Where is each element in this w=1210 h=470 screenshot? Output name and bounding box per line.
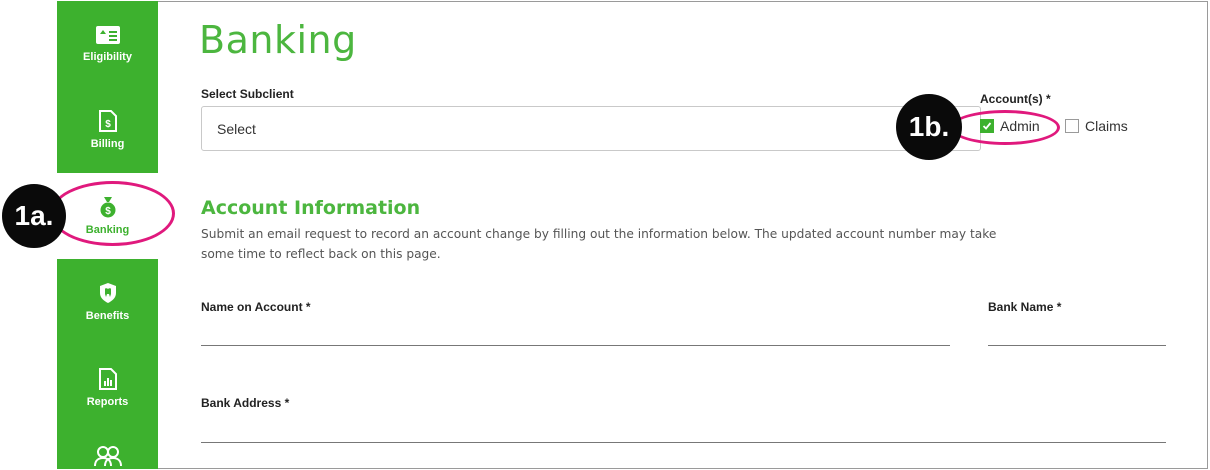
claims-checkbox[interactable]: Claims	[1065, 118, 1128, 134]
callout-ring-banking	[50, 181, 175, 246]
name-on-account-label: Name on Account *	[201, 300, 311, 314]
users-icon	[93, 446, 122, 467]
bank-name-label: Bank Name *	[988, 300, 1062, 314]
svg-text:$: $	[105, 119, 111, 130]
sidebar-item-reports[interactable]: Reports	[57, 345, 158, 431]
account-information-heading: Account Information	[201, 197, 421, 219]
callout-ring-admin	[950, 110, 1060, 145]
sidebar-item-benefits[interactable]: Benefits	[57, 259, 158, 345]
report-chart-icon	[98, 368, 117, 390]
billing-doc-icon: $	[98, 110, 117, 132]
sidebar-item-label: Reports	[86, 396, 129, 408]
sidebar-item-label: Eligibility	[83, 51, 132, 63]
bank-name-input[interactable]	[988, 345, 1166, 346]
sidebar-item-billing[interactable]: $ Billing	[57, 87, 158, 173]
callout-badge-1b: 1b.	[896, 94, 962, 160]
id-card-icon	[95, 26, 120, 44]
account-information-description: Submit an email request to record an acc…	[201, 227, 997, 261]
sidebar-item-eligibility[interactable]: Eligibility	[57, 1, 158, 87]
bank-address-input[interactable]	[201, 442, 1166, 443]
sidebar-item-label: Billing	[90, 138, 125, 150]
sidebar-item-label: Benefits	[85, 310, 130, 322]
tooth-shield-icon	[99, 283, 116, 303]
checkbox-unchecked-icon	[1065, 119, 1079, 133]
accounts-label: Account(s) *	[980, 92, 1051, 106]
sidebar-item-users[interactable]	[57, 431, 158, 470]
subclient-select-value: Select	[217, 120, 256, 137]
callout-badge-1a: 1a.	[2, 184, 66, 248]
name-on-account-input[interactable]	[201, 345, 950, 346]
claims-checkbox-label: Claims	[1085, 118, 1128, 134]
page-title: Banking	[199, 18, 357, 62]
subclient-select[interactable]: Select	[201, 106, 981, 151]
subclient-label: Select Subclient	[201, 87, 294, 101]
bank-address-label: Bank Address *	[201, 396, 290, 410]
